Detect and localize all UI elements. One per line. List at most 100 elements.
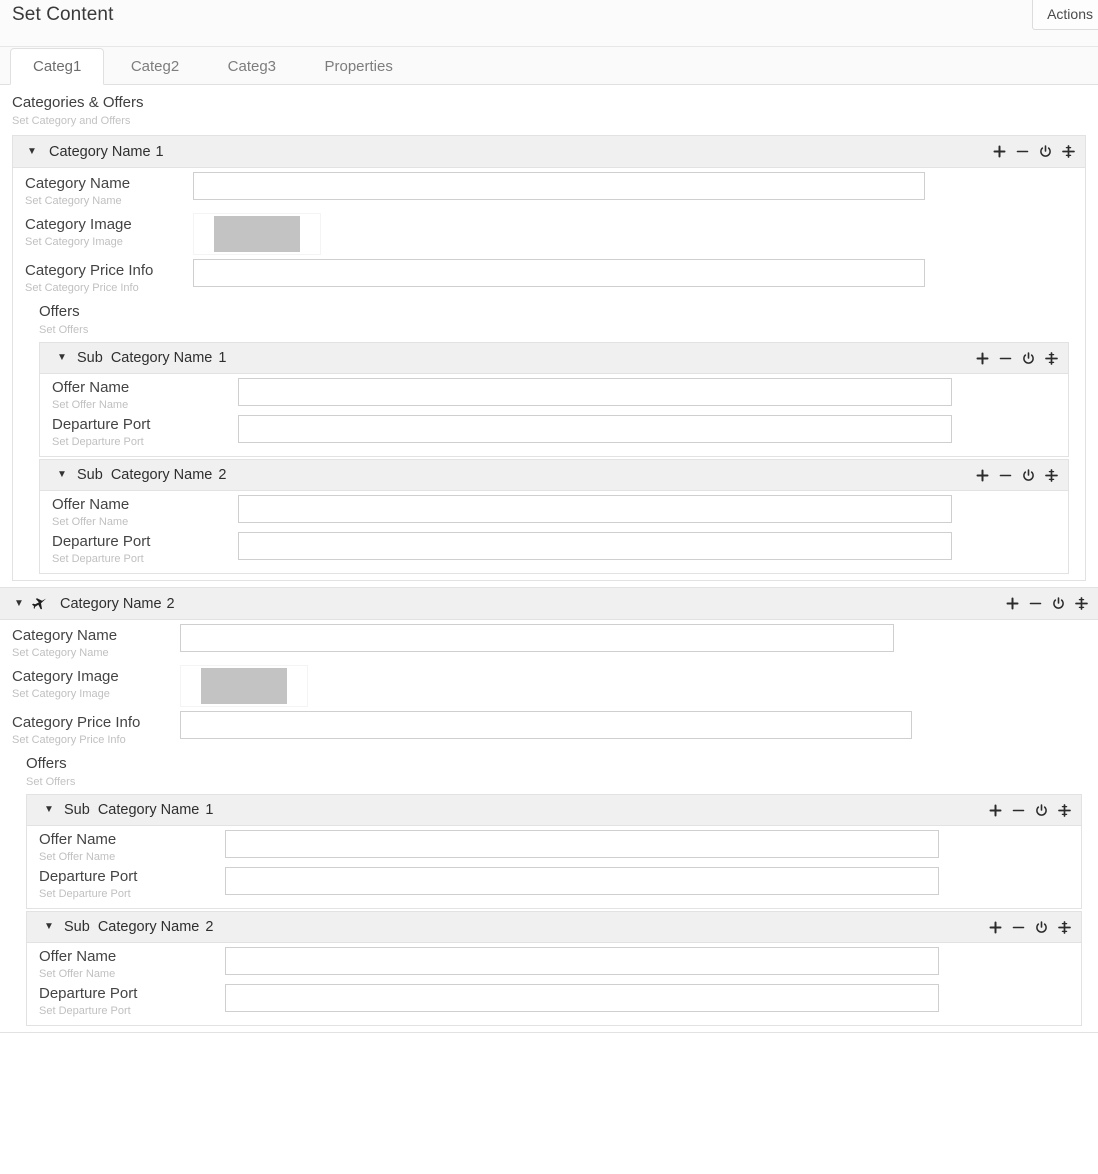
category-price-info-input[interactable] <box>180 711 912 739</box>
field-hint: Set Departure Port <box>52 553 144 565</box>
category-price-info-input[interactable] <box>193 259 925 287</box>
subcategory-body: Offer Name Set Offer Name Departure Port… <box>27 826 1081 908</box>
tab-properties[interactable]: Properties <box>302 49 414 86</box>
field-hint: Set Offer Name <box>52 399 129 411</box>
field-hint: Set Departure Port <box>39 888 131 900</box>
field-labels: Departure Port Set Departure Port <box>39 982 225 1019</box>
offer-name-input[interactable] <box>225 947 939 975</box>
field-control <box>225 945 1081 975</box>
section-title: Categories & Offers <box>12 94 144 111</box>
minus-icon[interactable] <box>998 467 1012 483</box>
offer-name-input[interactable] <box>238 378 952 406</box>
chevron-down-icon[interactable]: ▼ <box>27 146 39 157</box>
power-icon[interactable] <box>1021 467 1035 483</box>
field-label: Category Image <box>25 216 132 233</box>
minus-icon[interactable] <box>1011 919 1025 935</box>
field-control <box>180 707 1098 739</box>
field-hint: Set Category Image <box>12 688 110 700</box>
move-icon[interactable] <box>1044 350 1058 366</box>
category-header[interactable]: ▼ Category Name 2 <box>0 588 1098 620</box>
top-bar: Set Content Actions <box>0 0 1098 47</box>
field-row: Category Image Set Category Image <box>0 661 1098 707</box>
subcategory-header-actions <box>988 802 1071 818</box>
field-labels: Offer Name Set Offer Name <box>39 828 225 865</box>
field-control <box>225 865 1081 895</box>
subcategory-header[interactable]: ▼ Sub Category Name 1 <box>27 795 1081 826</box>
power-icon[interactable] <box>1051 596 1065 612</box>
field-control <box>225 828 1081 858</box>
chevron-down-icon[interactable]: ▼ <box>57 470 69 480</box>
move-icon[interactable] <box>1057 802 1071 818</box>
plus-icon[interactable] <box>975 350 989 366</box>
move-icon[interactable] <box>1061 144 1075 160</box>
plus-icon[interactable] <box>988 919 1002 935</box>
tab-categ2[interactable]: Categ2 <box>109 49 201 86</box>
category-name-input[interactable] <box>193 172 925 200</box>
subcategory-header[interactable]: ▼ Sub Category Name 2 <box>40 460 1068 491</box>
field-hint: Set Category Name <box>12 647 109 659</box>
field-control <box>180 661 1098 707</box>
chevron-down-icon[interactable]: ▼ <box>44 805 56 815</box>
plus-icon[interactable] <box>1005 596 1019 612</box>
subcategory-header[interactable]: ▼ Sub Category Name 1 <box>40 343 1068 374</box>
field-label: Category Name <box>12 627 118 644</box>
field-labels: Departure Port Set Departure Port <box>39 865 225 902</box>
move-icon[interactable] <box>1057 919 1071 935</box>
field-hint: Set Offer Name <box>39 968 116 980</box>
chevron-down-icon[interactable]: ▼ <box>14 598 26 609</box>
field-label: Offer Name <box>52 496 130 513</box>
plus-icon[interactable] <box>975 467 989 483</box>
section-subtitle: Set Category and Offers <box>12 115 131 127</box>
move-icon[interactable] <box>1044 467 1058 483</box>
actions-button[interactable]: Actions <box>1032 0 1098 30</box>
tab-categ3[interactable]: Categ3 <box>206 49 298 86</box>
departure-port-input[interactable] <box>225 984 939 1012</box>
category-body: Category Name Set Category Name Category… <box>13 168 1085 580</box>
field-hint: Set Offer Name <box>39 851 116 863</box>
plus-icon[interactable] <box>988 802 1002 818</box>
category-body: Category Name Set Category Name Category… <box>0 620 1098 1032</box>
category-header-actions <box>992 144 1075 160</box>
category-image-upload[interactable] <box>193 213 321 255</box>
field-labels: Category Price Info Set Category Price I… <box>12 707 180 748</box>
chevron-down-icon[interactable]: ▼ <box>44 922 56 932</box>
field-labels: Category Name Set Category Name <box>12 620 180 661</box>
power-icon[interactable] <box>1034 802 1048 818</box>
plus-icon[interactable] <box>992 144 1006 160</box>
subcategory-header-actions <box>975 467 1058 483</box>
subcategory-body: Offer Name Set Offer Name Departure Port… <box>27 943 1081 1025</box>
field-row: Departure Port Set Departure Port <box>27 982 1081 1019</box>
move-icon[interactable] <box>1074 596 1088 612</box>
category-header[interactable]: ▼ Category Name 1 <box>13 136 1085 168</box>
minus-icon[interactable] <box>998 350 1012 366</box>
field-control <box>193 209 1085 255</box>
field-row: Category Price Info Set Category Price I… <box>0 707 1098 748</box>
chevron-down-icon[interactable]: ▼ <box>57 353 69 363</box>
page-title: Set Content <box>12 4 114 25</box>
category-name-input[interactable] <box>180 624 894 652</box>
subcategory-panel: ▼ Sub Category Name 2 Offer Name Set Offer… <box>26 911 1082 1026</box>
tab-categ1[interactable]: Categ1 <box>10 48 105 85</box>
minus-icon[interactable] <box>1015 144 1029 160</box>
power-icon[interactable] <box>1034 919 1048 935</box>
offers-subtitle: Set Offers <box>26 776 76 788</box>
subcategory-header[interactable]: ▼ Sub Category Name 2 <box>27 912 1081 943</box>
departure-port-input[interactable] <box>238 415 952 443</box>
subcategory-header-title: Sub Category Name 2 <box>64 919 214 935</box>
category-image-upload[interactable] <box>180 665 308 707</box>
field-hint: Set Category Price Info <box>12 734 126 746</box>
departure-port-input[interactable] <box>238 532 952 560</box>
departure-port-input[interactable] <box>225 867 939 895</box>
minus-icon[interactable] <box>1011 802 1025 818</box>
airplane-icon[interactable] <box>32 597 50 611</box>
field-labels: Category Image Set Category Image <box>25 209 193 250</box>
offer-name-input[interactable] <box>238 495 952 523</box>
power-icon[interactable] <box>1021 350 1035 366</box>
offer-name-input[interactable] <box>225 830 939 858</box>
power-icon[interactable] <box>1038 144 1052 160</box>
field-label: Departure Port <box>39 985 138 1002</box>
field-label: Category Image <box>12 668 119 685</box>
minus-icon[interactable] <box>1028 596 1042 612</box>
subcategory-panel: ▼ Sub Category Name 1 Offer Name Set Offer… <box>26 794 1082 909</box>
subcategory-header-actions <box>975 350 1058 366</box>
